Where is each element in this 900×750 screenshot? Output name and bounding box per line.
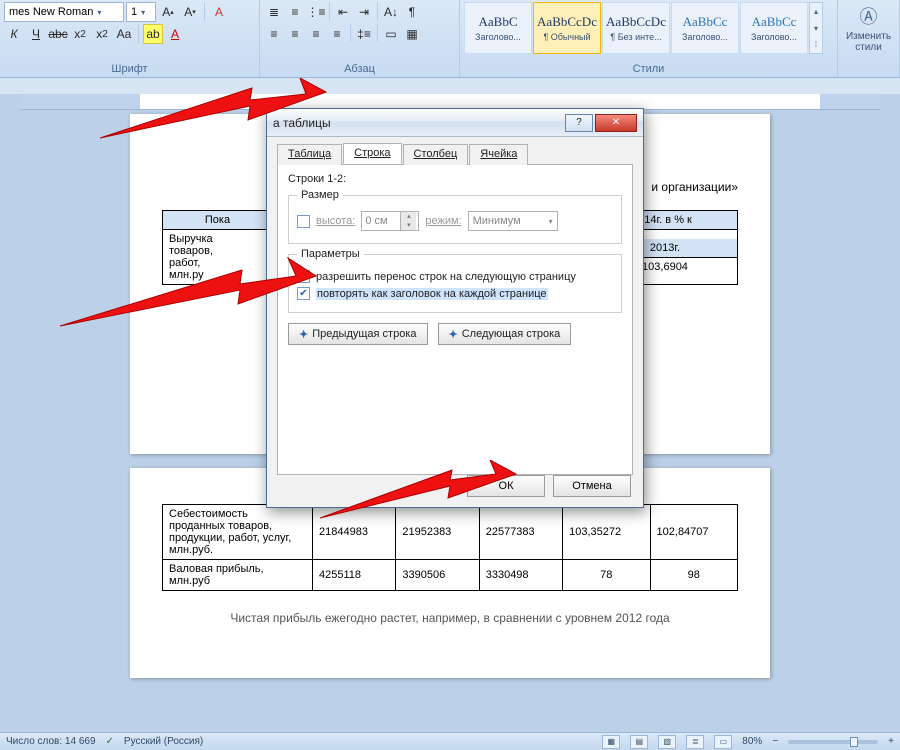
spellcheck-icon[interactable]: ✓ [106,736,114,747]
tab-cell[interactable]: Ячейка [469,144,528,165]
prev-row-button[interactable]: ✦Предыдущая строка [288,323,428,345]
mode-combo[interactable]: Минимум▾ [468,211,558,231]
style-tile-heading1[interactable]: AaBbCЗаголово... [464,2,532,54]
tab-pane-row: Строки 1-2: Размер высота: ▴▾ режим: Мин… [277,165,633,475]
zoom-value[interactable]: 80% [742,736,762,747]
shrink-font-button[interactable]: A▾ [180,2,200,22]
repeat-header-checkbox[interactable]: ✔ [297,287,310,300]
strike-button[interactable]: abc [48,24,68,44]
clear-formatting-button[interactable]: A [209,2,229,22]
status-bar: Число слов: 14 669 ✓ Русский (Россия) ▦ … [0,732,900,750]
align-right-button[interactable]: ≡ [306,24,326,44]
view-outline[interactable]: ≣ [686,735,704,749]
allow-wrap-checkbox[interactable]: ✔ [297,270,310,283]
params-fieldset: Параметры ✔ разрешить перенос строк на с… [288,248,622,313]
style-tile-heading2[interactable]: AaBbCcЗаголово... [671,2,739,54]
close-button[interactable]: ✕ [595,114,637,132]
body-text: Чистая прибыль ежегодно растет, например… [162,611,738,625]
highlight-button[interactable]: ab [143,24,163,44]
height-checkbox[interactable] [297,215,310,228]
ribbon: mes New Roman▾ 1▾ A▴ A▾ A К Ч abc x2 x2 … [0,0,900,78]
numbering-button[interactable]: ≡ [285,2,305,22]
zoom-slider[interactable] [788,740,878,744]
rows-range-label: Строки 1-2: [288,173,622,185]
mode-label: режим: [425,215,461,227]
align-left-button[interactable]: ≡ [264,24,284,44]
help-button[interactable]: ? [565,114,593,132]
superscript-button[interactable]: x2 [92,24,112,44]
change-styles-button[interactable]: Ⓐ Изменить стили [842,2,895,54]
italic-button[interactable]: К [4,24,24,44]
tab-row[interactable]: Строка [343,143,401,164]
sort-button[interactable]: A↓ [381,2,401,22]
borders-button[interactable]: ▦ [402,24,422,44]
zoom-in-button[interactable]: + [888,736,894,747]
ribbon-group-paragraph: ≣ ≡ ⋮≡ ⇤ ⇥ A↓ ¶ ≡ ≡ ≡ ≡ ‡≡ ▭ ▦ [260,0,460,77]
show-marks-button[interactable]: ¶ [402,2,422,22]
tab-table[interactable]: Таблица [277,144,342,165]
size-fieldset: Размер высота: ▴▾ режим: Минимум▾ [288,189,622,244]
ribbon-group-edit-styles: Ⓐ Изменить стили [838,0,900,77]
dialog-title: а таблицы [273,116,331,130]
justify-button[interactable]: ≡ [327,24,347,44]
ok-button[interactable]: ОК [467,475,545,497]
change-styles-icon: Ⓐ [860,3,878,29]
view-web[interactable]: ▧ [658,735,676,749]
styles-group-label: Стили [464,61,833,77]
increase-indent-button[interactable]: ⇥ [354,2,374,22]
tab-column[interactable]: Столбец [403,144,469,165]
font-color-button[interactable]: A [165,24,185,44]
change-case-button[interactable]: Aa [114,24,134,44]
next-row-button[interactable]: ✦Следующая строка [438,323,572,345]
word-count[interactable]: Число слов: 14 669 [6,736,96,747]
shading-button[interactable]: ▭ [381,24,401,44]
grow-font-button[interactable]: A▴ [158,2,178,22]
cancel-button[interactable]: Отмена [553,475,631,497]
table-cell-value: 103,6904 [642,261,688,273]
table-header-indicator: Пока [163,211,273,230]
line-spacing-button[interactable]: ‡≡ [354,24,374,44]
bullets-button[interactable]: ≣ [264,2,284,22]
font-size-combo[interactable]: 1▾ [126,2,156,22]
dialog-tabs: Таблица Строка Столбец Ячейка [277,143,633,165]
view-fullscreen[interactable]: ▤ [630,735,648,749]
align-center-button[interactable]: ≡ [285,24,305,44]
zoom-out-button[interactable]: − [772,736,778,747]
font-group-label: Шрифт [4,61,255,77]
multilevel-button[interactable]: ⋮≡ [306,2,326,22]
decrease-indent-button[interactable]: ⇤ [333,2,353,22]
underline-button[interactable]: Ч [26,24,46,44]
allow-wrap-label: разрешить перенос строк на следующую стр… [316,271,576,283]
ribbon-group-font: mes New Roman▾ 1▾ A▴ A▾ A К Ч abc x2 x2 … [0,0,260,77]
paragraph-group-label: Абзац [264,61,455,77]
font-name-combo[interactable]: mes New Roman▾ [4,2,124,22]
table-row-label: Выручка товаров, работ, млн.ру [163,230,273,285]
ribbon-group-styles: AaBbCЗаголово... AaBbCcDc¶ Обычный AaBbC… [460,0,838,77]
height-label: высота: [316,215,355,227]
style-gallery-scroll[interactable]: ▴▾⁞ [809,2,823,54]
dialog-titlebar[interactable]: а таблицы ? ✕ [267,109,643,137]
subscript-button[interactable]: x2 [70,24,90,44]
table-row: Валовая прибыль, млн.руб 4255118 3390506… [163,560,738,591]
language-indicator[interactable]: Русский (Россия) [124,736,203,747]
height-spinner[interactable]: ▴▾ [361,211,419,231]
view-draft[interactable]: ▭ [714,735,732,749]
table-properties-dialog: а таблицы ? ✕ Таблица Строка Столбец Яче… [266,108,644,508]
style-tile-heading3[interactable]: AaBbCcЗаголово... [740,2,808,54]
repeat-header-label: повторять как заголовок на каждой страни… [316,288,548,300]
view-print-layout[interactable]: ▦ [602,735,620,749]
style-tile-normal[interactable]: AaBbCcDc¶ Обычный [533,2,601,54]
table-row: Себестоимость проданных товаров, продукц… [163,505,738,560]
style-gallery[interactable]: AaBbCЗаголово... AaBbCcDc¶ Обычный AaBbC… [464,2,823,54]
style-tile-nospacing[interactable]: AaBbCcDc¶ Без инте... [602,2,670,54]
